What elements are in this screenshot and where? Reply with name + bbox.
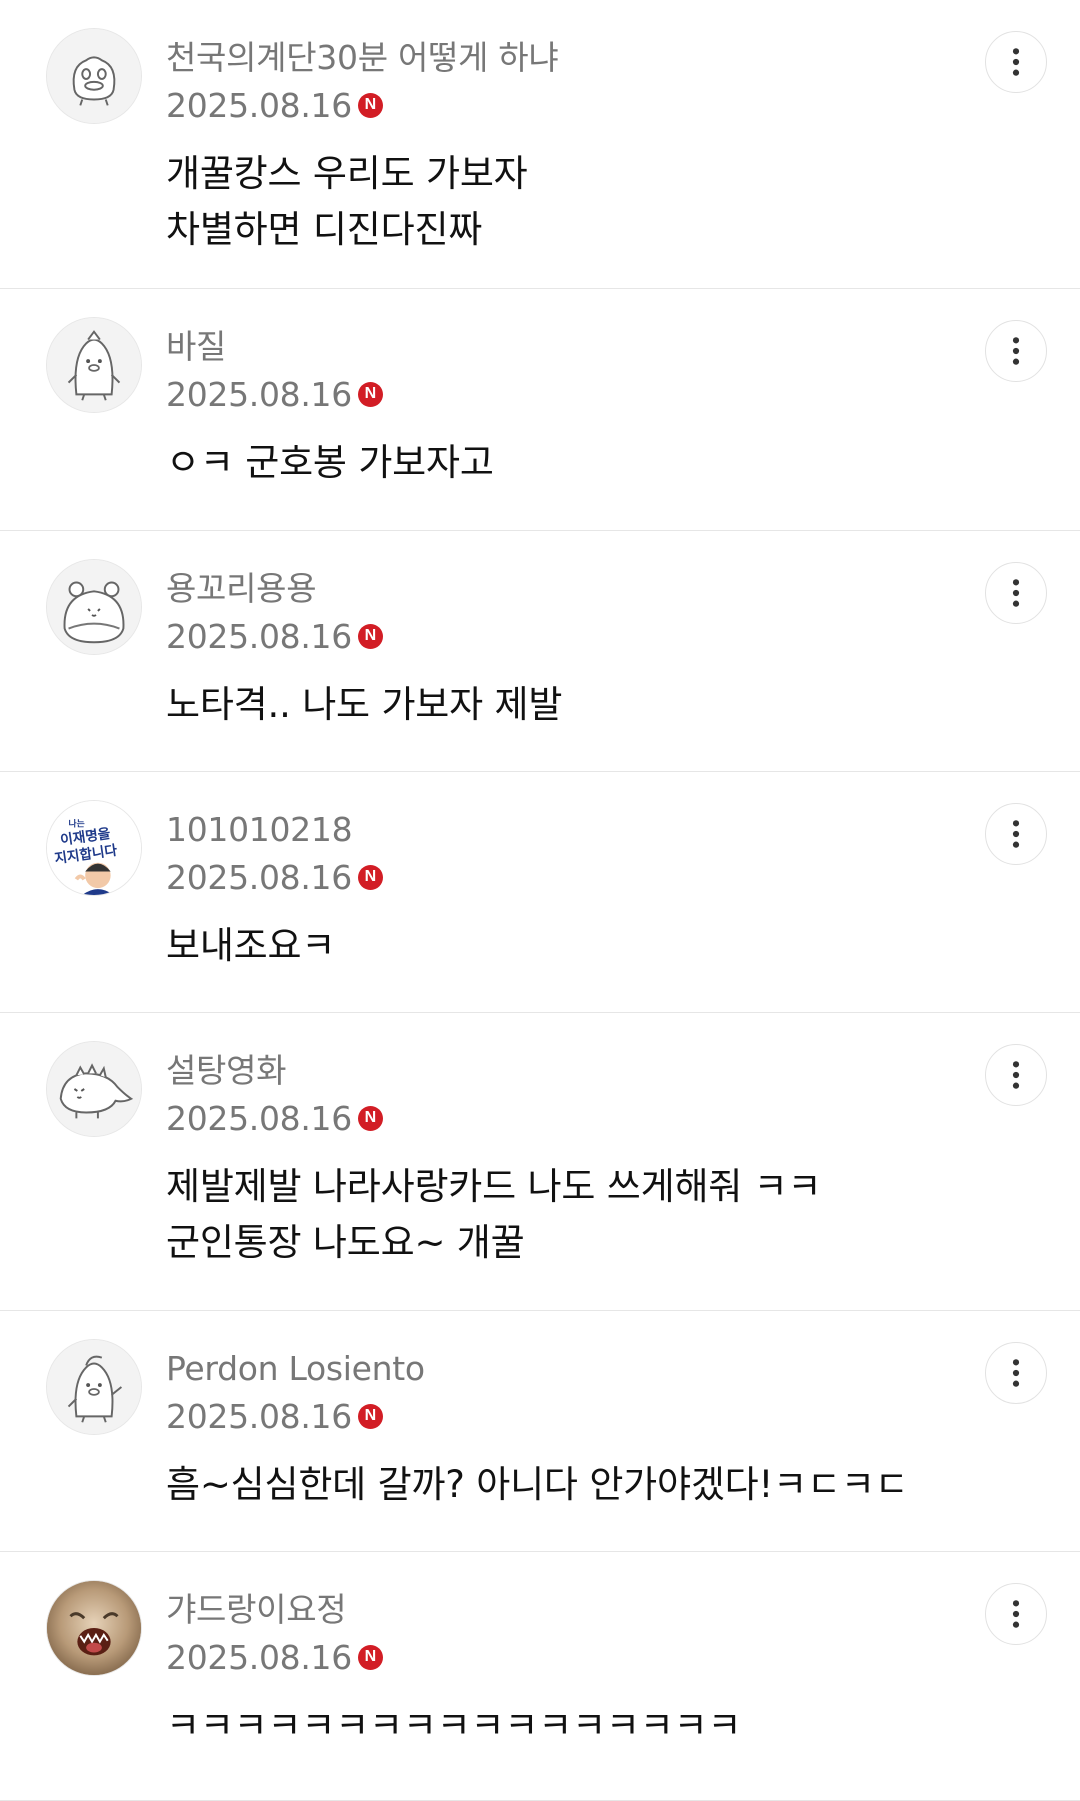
kebab-menu-icon	[1012, 820, 1020, 848]
comment-line: 보내조요ㅋ	[166, 924, 336, 967]
comment-line: 개꿀캉스 우리도 가보자	[166, 152, 528, 195]
comment-line: 차별하면 디진다진짜	[166, 208, 483, 251]
comment-item: 용꼬리용용 2025.08.16 N 노타격.. 나도 가보자 제발	[0, 531, 1080, 772]
more-options-button[interactable]	[985, 31, 1047, 93]
kebab-menu-icon	[1012, 1359, 1020, 1387]
comment-item: 천국의계단30분 어떻게 하냐 2025.08.16 N 개꿀캉스 우리도 가보…	[0, 0, 1080, 289]
new-badge-icon: N	[357, 92, 383, 118]
more-options-button[interactable]	[985, 1583, 1047, 1645]
comment-feed: 천국의계단30분 어떻게 하냐 2025.08.16 N 개꿀캉스 우리도 가보…	[0, 0, 1080, 1801]
comment-author[interactable]: 설탕영화	[166, 1049, 1080, 1093]
comment-meta: 2025.08.16 N	[166, 1393, 1080, 1439]
comment-line: 흠~심심한데 갈까? 아니다 안가야겠다!ㅋㄷㅋㄷ	[166, 1463, 909, 1506]
new-badge-icon: N	[357, 864, 383, 890]
comment-author[interactable]: 101010218	[166, 808, 1080, 852]
dinosaur-doodle-avatar-icon[interactable]	[46, 1041, 142, 1137]
comment-meta: 2025.08.16 N	[166, 82, 1080, 128]
more-options-button[interactable]	[985, 562, 1047, 624]
more-options-button[interactable]	[985, 803, 1047, 865]
more-options-button[interactable]	[985, 1044, 1047, 1106]
comment-author[interactable]: 바질	[166, 325, 1080, 369]
comment-line: 노타격.. 나도 가보자 제발	[166, 683, 563, 726]
more-options-button[interactable]	[985, 1342, 1047, 1404]
comment-body: 개꿀캉스 우리도 가보자 차별하면 디진다진짜	[166, 146, 1080, 258]
comment-line: 군인통장 나도요~ 개꿀	[166, 1221, 525, 1264]
comment-date: 2025.08.16	[166, 1396, 352, 1436]
comment-meta: 2025.08.16 N	[166, 854, 1080, 900]
comment-item: 바질 2025.08.16 N ㅇㅋ 군호봉 가보자고	[0, 289, 1080, 531]
new-badge-icon: N	[357, 1644, 383, 1670]
comment-item: 설탕영화 2025.08.16 N 제발제발 나라사랑카드 나도 쓰게해줘 ㅋㅋ…	[0, 1013, 1080, 1311]
comment-meta: 2025.08.16 N	[166, 371, 1080, 417]
comment-body: 흠~심심한데 갈까? 아니다 안가야겠다!ㅋㄷㅋㄷ	[166, 1457, 1080, 1513]
comment-date: 2025.08.16	[166, 857, 352, 897]
comment-item: Perdon Losiento 2025.08.16 N 흠~심심한데 갈까? …	[0, 1311, 1080, 1552]
comment-line: ㅋㅋㅋㅋㅋㅋㅋㅋㅋㅋㅋㅋㅋㅋㅋㅋㅋ	[166, 1704, 742, 1747]
sticker-text: 나는	[69, 817, 85, 829]
comment-date: 2025.08.16	[166, 616, 352, 656]
more-options-button[interactable]	[985, 320, 1047, 382]
new-badge-icon: N	[357, 1105, 383, 1131]
comment-item: 나는 이재명을 지지합니다 101010218 2025.08.16 N 보내조…	[0, 772, 1080, 1013]
kebab-menu-icon	[1012, 1600, 1020, 1628]
kebab-menu-icon	[1012, 1061, 1020, 1089]
penguin-doodle-avatar-icon[interactable]	[46, 317, 142, 413]
comment-date: 2025.08.16	[166, 85, 352, 125]
new-badge-icon: N	[357, 623, 383, 649]
comment-date: 2025.08.16	[166, 1098, 352, 1138]
bear-doodle-avatar-icon[interactable]	[46, 559, 142, 655]
kebab-menu-icon	[1012, 48, 1020, 76]
comment-body: 제발제발 나라사랑카드 나도 쓰게해줘 ㅋㅋ 군인통장 나도요~ 개꿀	[166, 1159, 1080, 1271]
comment-meta: 2025.08.16 N	[166, 1634, 1080, 1680]
kebab-menu-icon	[1012, 579, 1020, 607]
comment-body: ㅇㅋ 군호봉 가보자고	[166, 435, 1080, 491]
comment-author[interactable]: 천국의계단30분 어떻게 하냐	[166, 36, 1080, 80]
penguin-waving-avatar-icon[interactable]	[46, 1339, 142, 1435]
comment-meta: 2025.08.16 N	[166, 613, 1080, 659]
comment-item: 갸드랑이요정 2025.08.16 N ㅋㅋㅋㅋㅋㅋㅋㅋㅋㅋㅋㅋㅋㅋㅋㅋㅋ	[0, 1552, 1080, 1801]
comment-author[interactable]: 용꼬리용용	[166, 567, 1080, 611]
comment-line: ㅇㅋ 군호봉 가보자고	[166, 441, 494, 484]
comment-date: 2025.08.16	[166, 1637, 352, 1677]
new-badge-icon: N	[357, 381, 383, 407]
comment-body: ㅋㅋㅋㅋㅋㅋㅋㅋㅋㅋㅋㅋㅋㅋㅋㅋㅋ	[166, 1698, 1080, 1754]
campaign-sticker-avatar-icon[interactable]: 나는 이재명을 지지합니다	[46, 800, 142, 896]
comment-meta: 2025.08.16 N	[166, 1095, 1080, 1141]
duck-doodle-avatar-icon[interactable]	[46, 28, 142, 124]
comment-author[interactable]: 갸드랑이요정	[166, 1588, 1080, 1632]
comment-date: 2025.08.16	[166, 374, 352, 414]
kebab-menu-icon	[1012, 337, 1020, 365]
comment-author[interactable]: Perdon Losiento	[166, 1347, 1080, 1391]
comment-line: 제발제발 나라사랑카드 나도 쓰게해줘 ㅋㅋ	[166, 1165, 822, 1208]
screaming-cat-photo-avatar-icon[interactable]	[46, 1580, 142, 1676]
comment-body: 보내조요ㅋ	[166, 918, 1080, 974]
new-badge-icon: N	[357, 1403, 383, 1429]
comment-body: 노타격.. 나도 가보자 제발	[166, 677, 1080, 733]
